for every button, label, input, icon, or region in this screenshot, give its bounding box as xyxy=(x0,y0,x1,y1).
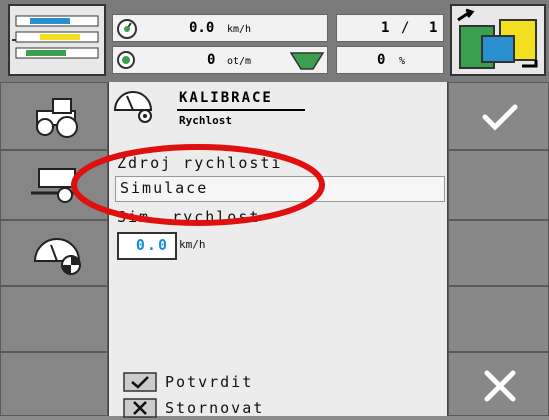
speed-box: 0.0 km/h xyxy=(112,14,328,42)
speedometer-icon xyxy=(117,19,137,39)
header-divider xyxy=(177,109,305,111)
sim-speed-unit: km/h xyxy=(179,238,206,251)
checkbox-cross-icon xyxy=(123,398,157,418)
right-empty-button-2[interactable] xyxy=(448,220,549,286)
trailer-menu-button[interactable] xyxy=(0,150,108,220)
speed-source-select[interactable]: Simulace xyxy=(115,176,445,202)
sim-speed-input[interactable]: 0.0 xyxy=(117,232,177,260)
percent-box: 0 % xyxy=(336,46,444,74)
speed-calibration-icon xyxy=(113,91,153,123)
counter-separator: / xyxy=(401,20,410,36)
rpm-box: 0 ot/m xyxy=(112,46,328,74)
calibration-panel: KALIBRACE Rychlost Zdroj rychlosti Simul… xyxy=(108,82,448,418)
tractor-menu-button[interactable] xyxy=(0,82,108,150)
rpm-value: 0 xyxy=(207,52,216,68)
checkmark-icon xyxy=(482,104,518,131)
sim-speed-value: 0.0 xyxy=(135,236,169,254)
speed-source-label: Zdroj rychlosti xyxy=(117,154,283,172)
left-empty-button-2[interactable] xyxy=(0,352,108,416)
counter-left: 1 xyxy=(381,20,390,36)
speed-source-value: Simulace xyxy=(120,179,209,197)
confirm-side-button[interactable] xyxy=(448,82,549,150)
speed-calibration-menu-button[interactable] xyxy=(0,220,108,286)
page-subtitle: Rychlost xyxy=(179,114,232,127)
speed-value: 0.0 xyxy=(189,20,215,36)
hopper-level-icon xyxy=(289,52,325,70)
confirm-action[interactable]: Potvrdit xyxy=(123,372,323,394)
rpm-sensor-icon xyxy=(117,51,135,69)
spreader-trailer-icon xyxy=(31,168,76,203)
speedometer-settings-icon xyxy=(33,238,81,275)
left-empty-button-1[interactable] xyxy=(0,286,108,352)
machine-layout-icon xyxy=(12,15,99,59)
page-title: KALIBRACE xyxy=(179,90,273,106)
sim-speed-label: Sim. rychlost xyxy=(117,208,261,226)
rpm-unit: ot/m xyxy=(227,56,252,67)
tractor-icon xyxy=(36,98,78,138)
counter-right: 1 xyxy=(429,20,438,36)
close-icon xyxy=(484,370,516,402)
percent-unit: % xyxy=(399,56,406,67)
right-empty-button-3[interactable] xyxy=(448,286,549,352)
cancel-side-button[interactable] xyxy=(448,352,549,416)
top-status-bar: 0.0 km/h 1 / 1 0 ot/m 0 % xyxy=(0,0,549,82)
cancel-action[interactable]: Stornovat xyxy=(123,398,323,420)
machine-config-button[interactable] xyxy=(8,4,106,76)
speed-unit: km/h xyxy=(227,24,252,35)
section-counter-box: 1 / 1 xyxy=(336,14,444,42)
cancel-label: Stornovat xyxy=(165,399,265,417)
checkbox-checked-icon xyxy=(123,372,157,392)
section-control-button[interactable] xyxy=(450,4,546,76)
percent-value: 0 xyxy=(377,52,386,68)
right-empty-button-1[interactable] xyxy=(448,150,549,220)
section-layout-icon xyxy=(457,8,538,69)
confirm-label: Potvrdit xyxy=(165,373,254,391)
